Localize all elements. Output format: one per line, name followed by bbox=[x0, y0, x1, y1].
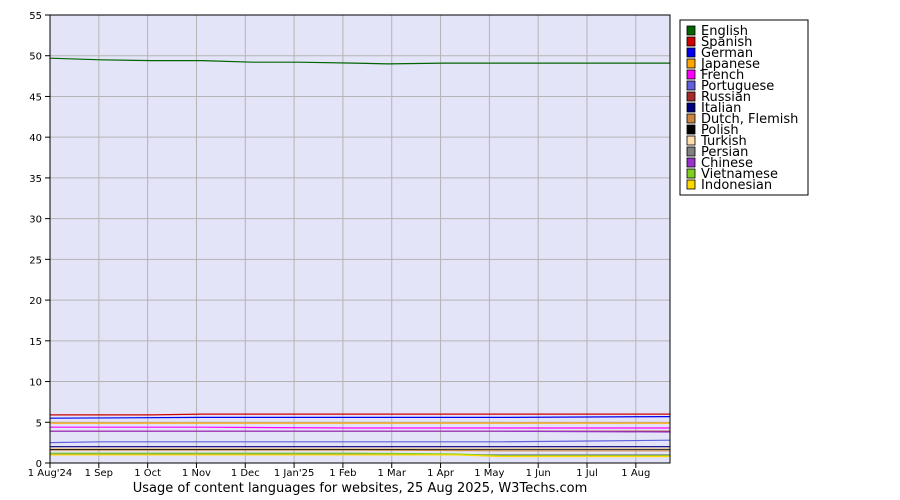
legend-swatch-indonesian bbox=[686, 179, 696, 190]
plot-background bbox=[50, 15, 670, 463]
y-tick-label: 35 bbox=[29, 174, 42, 185]
x-tick-label: 1 May bbox=[474, 468, 504, 479]
y-tick-label: 50 bbox=[29, 52, 42, 63]
legend-swatch-italian bbox=[686, 102, 696, 113]
y-tick-label: 55 bbox=[29, 11, 42, 22]
x-tick-label: 1 Sep bbox=[85, 468, 113, 479]
x-tick-label: 1 Aug bbox=[621, 468, 650, 479]
legend-swatch-portuguese bbox=[686, 80, 696, 91]
y-tick-label: 20 bbox=[29, 296, 42, 307]
x-tick-label: 1 Jun bbox=[526, 468, 551, 479]
legend-swatch-chinese bbox=[686, 157, 696, 168]
x-tick-label: 1 Aug'24 bbox=[28, 468, 73, 479]
x-tick-label: 1 Nov bbox=[182, 468, 211, 479]
y-tick-label: 30 bbox=[29, 215, 42, 226]
legend: EnglishSpanishGermanJapaneseFrenchPortug… bbox=[679, 19, 809, 196]
language-usage-chart: 0510152025303540455055 1 Aug'24 1 Sep 1 Oc… bbox=[28, 11, 809, 496]
legend-swatch-turkish bbox=[686, 135, 696, 146]
x-tick-label: 1 Dec bbox=[231, 468, 260, 479]
y-tick-label: 25 bbox=[29, 255, 42, 266]
legend-swatch-vietnamese bbox=[686, 168, 696, 179]
legend-swatch-persian bbox=[686, 146, 696, 157]
y-tick-label: 45 bbox=[29, 92, 42, 103]
x-tick-label: 1 Jul bbox=[576, 468, 598, 479]
legend-swatch-german bbox=[686, 47, 696, 58]
legend-swatch-polish bbox=[686, 124, 696, 135]
legend-swatch-japanese bbox=[686, 58, 696, 69]
x-axis: 1 Aug'24 1 Sep 1 Oct 1 Nov 1 Dec 1 Jan'25 1 Fe… bbox=[28, 463, 650, 479]
x-tick-label: 1 Oct bbox=[134, 468, 161, 479]
legend-swatch-french bbox=[686, 69, 696, 80]
legend-swatch-spanish bbox=[686, 36, 696, 47]
y-tick-label: 40 bbox=[29, 133, 42, 144]
y-tick-label: 10 bbox=[29, 378, 42, 389]
x-tick-label: 1 Jan'25 bbox=[274, 468, 314, 479]
legend-swatch-russian bbox=[686, 91, 696, 102]
y-axis: 0510152025303540455055 bbox=[29, 11, 50, 470]
x-tick-label: 1 Apr bbox=[427, 468, 455, 479]
y-tick-label: 5 bbox=[36, 418, 42, 429]
legend-swatch-english bbox=[686, 25, 696, 36]
legend-swatch-dutch-flemish bbox=[686, 113, 696, 124]
x-tick-label: 1 Mar bbox=[378, 468, 407, 479]
y-tick-label: 15 bbox=[29, 337, 42, 348]
legend-label-indonesian: Indonesian bbox=[701, 178, 772, 193]
chart-caption: Usage of content languages for websites,… bbox=[133, 481, 588, 496]
x-tick-label: 1 Feb bbox=[329, 468, 356, 479]
